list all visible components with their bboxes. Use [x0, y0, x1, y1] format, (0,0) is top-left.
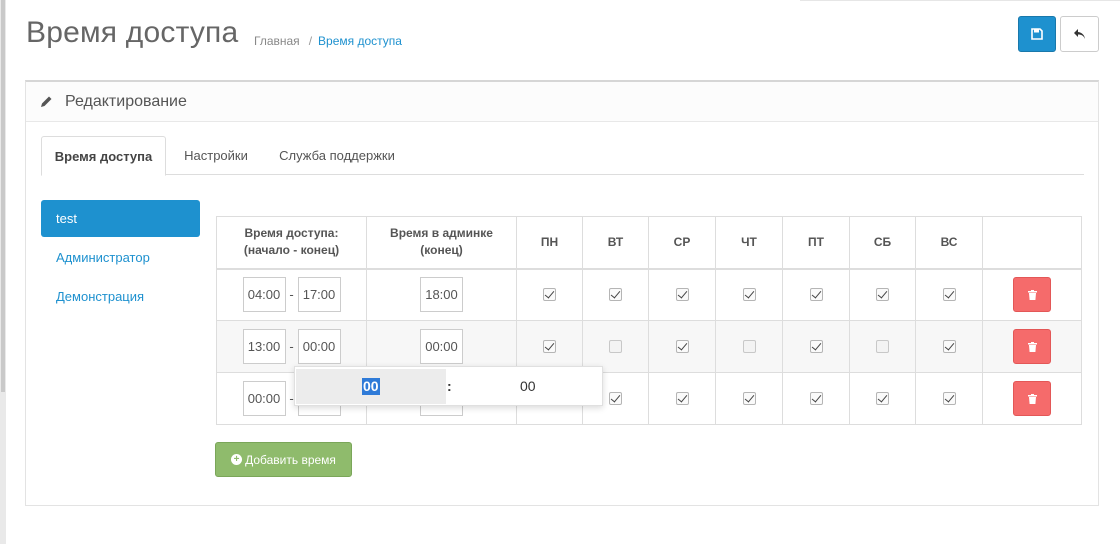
header-actions [982, 216, 1082, 269]
header-admin-time: Время в админке (конец) [366, 216, 517, 269]
panel-heading: Редактирование [26, 82, 1098, 122]
panel-title: Редактирование [65, 92, 187, 110]
day-checkbox[interactable] [675, 391, 689, 405]
cell-admin-time: 18:00 [366, 268, 517, 321]
start-time-input[interactable]: 00:00 [242, 381, 286, 416]
edit-panel: Редактирование Время доступа Настройки С… [25, 80, 1099, 506]
header-sun: ВС [915, 216, 983, 269]
delete-row-button[interactable] [1013, 329, 1051, 364]
cell-access-range: 13:00-00:00 [216, 320, 367, 373]
table-row: 04:00-17:00 18:00 [216, 268, 1082, 321]
admin-time-input[interactable]: 18:00 [420, 277, 463, 313]
pencil-icon [41, 96, 52, 107]
back-button[interactable] [1060, 16, 1099, 52]
day-checkbox[interactable] [809, 339, 823, 353]
day-checkbox[interactable] [742, 391, 756, 405]
table-header-row: Время доступа: (начало - конец) Время в … [216, 216, 1082, 269]
day-checkbox[interactable] [742, 339, 756, 353]
save-icon [1031, 28, 1043, 40]
time-picker-hours[interactable]: 00 [362, 378, 380, 395]
header-mon: ПН [516, 216, 583, 269]
cell-admin-time: 00:00 [366, 320, 517, 373]
day-checkbox[interactable] [876, 391, 889, 405]
day-checkbox[interactable] [609, 339, 622, 353]
end-time-input[interactable]: 17:00 [297, 277, 341, 313]
delete-row-button[interactable] [1013, 381, 1051, 416]
save-button[interactable] [1018, 16, 1056, 52]
reply-icon [1073, 29, 1085, 39]
day-checkbox[interactable] [609, 288, 622, 302]
admin-time-input[interactable]: 00:00 [420, 329, 463, 364]
day-checkbox[interactable] [675, 288, 689, 302]
delete-row-button[interactable] [1013, 277, 1051, 313]
plus-circle-icon: + [231, 454, 243, 465]
day-checkbox[interactable] [675, 339, 689, 353]
tab-support[interactable]: Служба поддержки [271, 136, 403, 175]
group-item-demo[interactable]: Демонстрация [41, 278, 200, 315]
page-title: Время доступа [26, 16, 239, 49]
tab-access-time[interactable]: Время доступа [41, 136, 166, 176]
breadcrumb-home[interactable]: Главная [254, 34, 300, 48]
group-item-test[interactable]: test [41, 200, 200, 237]
time-picker-separator: : [447, 378, 452, 394]
scrollbar-thumb[interactable] [1, 0, 5, 392]
day-checkbox[interactable] [876, 339, 889, 353]
header-wed: СР [648, 216, 716, 269]
header-access-time: Время доступа: (начало - конец) [216, 216, 367, 269]
day-checkbox[interactable] [543, 288, 556, 302]
breadcrumb-current[interactable]: Время доступа [318, 34, 402, 48]
day-checkbox[interactable] [809, 288, 823, 302]
header-sat: СБ [849, 216, 916, 269]
day-checkbox[interactable] [942, 391, 956, 405]
day-checkbox[interactable] [609, 391, 622, 405]
day-checkbox[interactable] [942, 288, 956, 302]
day-checkbox[interactable] [543, 339, 556, 353]
day-checkbox[interactable] [876, 288, 889, 302]
time-picker-popup[interactable]: 00 : 00 [294, 366, 603, 406]
add-time-label: Добавить время [245, 452, 336, 467]
cell-access-range: 04:00-17:00 [216, 268, 367, 321]
header-tue: ВТ [582, 216, 649, 269]
breadcrumb: Главная / Время доступа [254, 34, 402, 48]
trash-icon [1027, 393, 1037, 404]
day-checkbox[interactable] [942, 339, 956, 353]
start-time-input[interactable]: 13:00 [242, 329, 286, 364]
end-time-input[interactable]: 00:00 [297, 329, 341, 364]
header-thu: ЧТ [715, 216, 783, 269]
add-time-button[interactable]: + Добавить время [215, 442, 352, 477]
header-fri: ПТ [782, 216, 850, 269]
time-picker-minutes[interactable]: 00 [520, 378, 536, 394]
trash-icon [1027, 289, 1037, 300]
start-time-input[interactable]: 04:00 [242, 277, 286, 313]
tab-bar: Время доступа Настройки Служба поддержки [41, 136, 1084, 176]
day-checkbox[interactable] [742, 288, 756, 302]
scrollbar[interactable] [0, 0, 6, 544]
divider [800, 0, 1120, 3]
tab-settings[interactable]: Настройки [171, 136, 261, 175]
table-row: 13:00-00:00 00:00 [216, 320, 1082, 373]
trash-icon [1027, 341, 1037, 352]
day-checkbox[interactable] [809, 391, 823, 405]
breadcrumb-separator: / [308, 34, 313, 48]
group-item-admin[interactable]: Администратор [41, 239, 200, 276]
